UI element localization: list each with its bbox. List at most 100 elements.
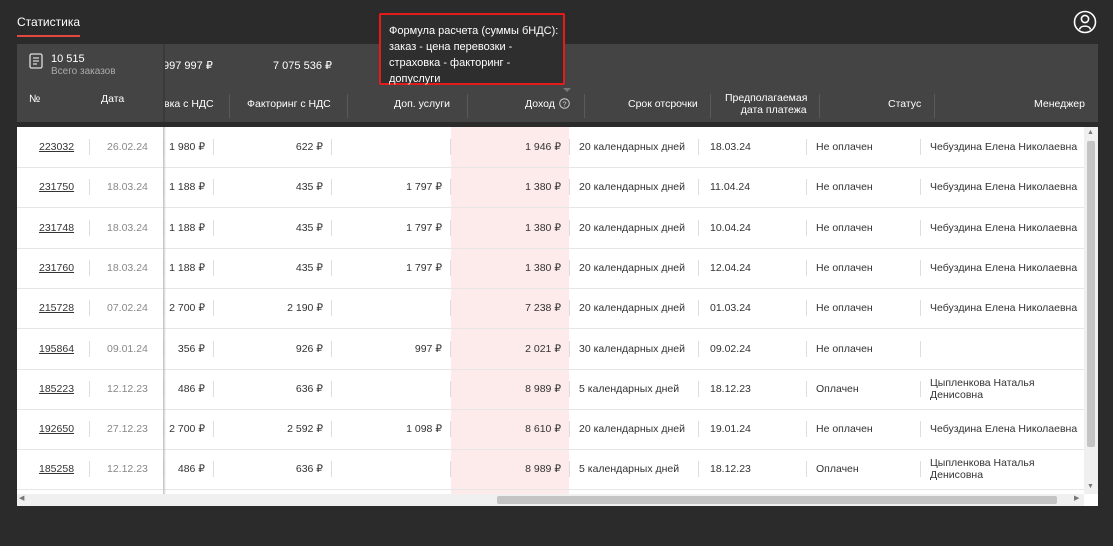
header-divider [347,94,348,118]
cell-divider [331,340,332,357]
cell-divider [89,300,90,317]
extra-services: 1 797 ₽ [406,261,442,274]
expected-payment-date: 18.12.23 [710,463,751,476]
order-date: 07.02.24 [107,302,148,315]
scroll-right-icon[interactable]: ▶ [1074,494,1079,502]
table-row[interactable]: 185258 12.12.23 486 ₽ 636 ₽ 8 989 ₽ 5 календа… [17,449,1084,491]
cell-divider [89,179,90,196]
table-row[interactable]: 223032 26.02.24 1 980 ₽ 622 ₽ 1 946 ₽ 20 кале… [17,127,1084,168]
cell-divider [920,179,921,196]
order-number-link[interactable]: 223032 [39,141,74,153]
table-row[interactable]: 185223 12.12.23 486 ₽ 636 ₽ 8 989 ₽ 5 календа… [17,369,1084,410]
cell-divider [569,340,570,357]
cell-divider [331,139,332,155]
order-number-link[interactable]: 185258 [39,463,74,475]
horizontal-scrollbar[interactable]: ◀ ▶ [17,494,1084,506]
expected-payment-date: 18.12.23 [710,382,751,395]
horizontal-scroll-thumb[interactable] [497,496,1057,504]
manager-name: Цыпленкова Наталья [930,457,1035,470]
cell-divider [89,421,90,438]
transport-total: 997 997 ₽ [163,60,213,72]
cell-divider [806,259,807,276]
sort-arrow-icon[interactable] [563,88,571,92]
col-income[interactable]: Доход [525,98,555,110]
header-divider [934,94,935,118]
table-row[interactable]: 231750 18.03.24 1 188 ₽ 435 ₽ 1 797 ₽ 1 380 ₽… [17,167,1084,209]
table-row[interactable]: 231760 18.03.24 1 188 ₽ 435 ₽ 1 797 ₽ 1 380 ₽… [17,248,1084,289]
order-number-link[interactable]: 215728 [39,302,74,314]
payment-status: Не оплачен [816,423,873,436]
col-extra-services[interactable]: Доп. услуги [394,98,450,110]
cell-divider [89,380,90,397]
vertical-scrollbar[interactable]: ▲ ▼ [1084,127,1098,494]
deferral: 20 календарных дней [579,261,685,274]
tab-statistics[interactable]: Статистика [17,15,81,37]
cell-divider [89,461,90,478]
cell-divider [806,421,807,438]
order-number-link[interactable]: 231760 [39,262,74,274]
cell-divider [806,380,807,397]
user-circle-icon[interactable] [1073,10,1097,34]
expected-payment-date: 18.03.24 [710,141,751,153]
info-icon[interactable]: ? [559,98,570,109]
order-number-link[interactable]: 231750 [39,181,74,193]
cell-divider [698,461,699,478]
factoring-vat: 636 ₽ [295,463,323,476]
scroll-left-icon[interactable]: ◀ [19,494,24,502]
income: 1 380 ₽ [525,181,561,194]
cell-divider [920,259,921,276]
income: 1 380 ₽ [525,221,561,234]
cell-divider [450,219,451,236]
manager-name-line2: Денисовна [930,388,984,401]
order-date: 18.03.24 [107,221,148,234]
scroll-down-icon[interactable]: ▼ [1087,483,1094,490]
income: 1 380 ₽ [525,261,561,274]
col-deferral[interactable]: Срок отсрочки [628,98,698,110]
order-date: 27.12.23 [107,423,148,436]
cell-divider [213,461,214,478]
cell-divider [331,461,332,478]
header-divider [229,94,230,118]
expected-payment-date: 11.04.24 [710,181,751,194]
col-date[interactable]: Дата [101,93,124,105]
factoring-vat: 435 ₽ [295,221,323,234]
cell-divider [920,340,921,357]
cell-divider [331,380,332,397]
col-number[interactable]: № [29,93,40,105]
cell-divider [698,179,699,196]
deferral: 20 календарных дней [579,221,685,234]
col-factoring-vat[interactable]: Факторинг с НДС [247,98,331,110]
vertical-scroll-thumb[interactable] [1087,141,1095,447]
col-manager[interactable]: Менеджер [1034,98,1085,110]
order-number-link[interactable]: 195864 [39,343,74,355]
col-transport-vat[interactable]: вка с НДС [164,98,214,110]
cell-divider [450,461,451,478]
header-divider [819,94,820,118]
col-expected-date[interactable]: Предполагаемая дата платежа [725,92,807,116]
manager-name: Чебуздина Елена Николаевна [930,423,1078,436]
scroll-up-icon[interactable]: ▲ [1087,129,1094,136]
table-row[interactable]: 195864 09.01.24 356 ₽ 926 ₽ 997 ₽ 2 021 ₽ 30 к… [17,329,1084,370]
income: 7 238 ₽ [525,302,561,315]
frozen-divider [163,44,165,122]
col-status[interactable]: Статус [888,98,921,110]
factoring-vat: 435 ₽ [295,181,323,194]
table-row[interactable]: 215728 07.02.24 2 700 ₽ 2 190 ₽ 7 238 ₽ 20 ка… [17,288,1084,330]
transport-vat: 2 700 ₽ [169,302,205,315]
tooltip-line: допуслуги [389,73,441,85]
table-row[interactable]: 192650 27.12.23 2 700 ₽ 2 592 ₽ 1 098 ₽ 8 610… [17,409,1084,451]
table-row[interactable]: 231748 18.03.24 1 188 ₽ 435 ₽ 1 797 ₽ 1 380 ₽… [17,208,1084,249]
transport-vat: 2 700 ₽ [169,423,205,436]
expected-payment-date: 01.03.24 [710,302,751,315]
cell-divider [331,179,332,196]
orders-label: Всего заказов [51,66,116,77]
cell-divider [920,219,921,236]
cell-divider [806,219,807,236]
order-number-link[interactable]: 185223 [39,383,74,395]
order-number-link[interactable]: 231748 [39,222,74,234]
header-divider [584,94,585,118]
cell-divider [450,259,451,276]
cell-divider [698,340,699,357]
cell-divider [331,300,332,317]
order-number-link[interactable]: 192650 [39,423,74,435]
